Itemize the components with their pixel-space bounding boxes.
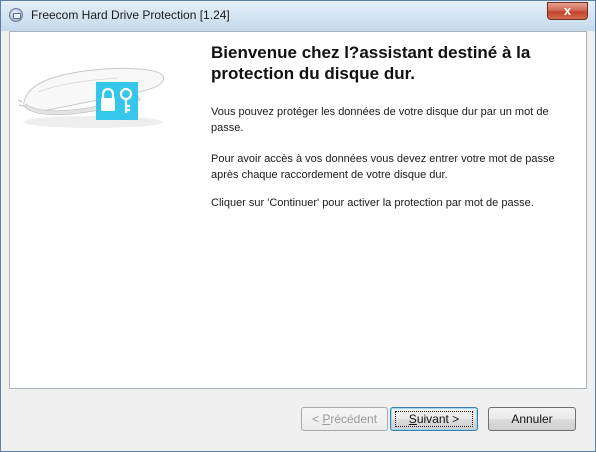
wizard-heading: Bienvenue chez l?assistant destiné à la … xyxy=(211,43,531,83)
wizard-content-panel: Bienvenue chez l?assistant destiné à la … xyxy=(9,31,587,389)
close-button[interactable]: x xyxy=(547,2,588,20)
previous-button[interactable]: < Précédent xyxy=(301,407,388,431)
previous-label-rest: récédent xyxy=(330,412,378,426)
hard-drive-icon xyxy=(9,8,23,22)
cancel-button[interactable]: Annuler xyxy=(488,407,576,431)
next-label-accesskey: S xyxy=(408,412,417,426)
previous-button-label: < Précédent xyxy=(312,412,377,426)
window-title: Freecom Hard Drive Protection [1.24] xyxy=(31,8,230,22)
hard-drive-illustration xyxy=(18,67,165,128)
description-paragraph: Vous pouvez protéger les données de votr… xyxy=(211,106,549,134)
next-button[interactable]: Suivant > xyxy=(390,407,478,431)
description-paragraph: Pour avoir accès à vos données vous deve… xyxy=(211,153,555,181)
wizard-window: Freecom Hard Drive Protection [1.24] x B… xyxy=(0,0,596,452)
next-button-label: Suivant > xyxy=(409,412,459,426)
lock-key-icon xyxy=(96,82,138,120)
previous-label-prefix: < xyxy=(311,412,323,426)
description-paragraph: Cliquer sur 'Continuer' pour activer la … xyxy=(211,197,534,209)
next-label-rest: uivant > xyxy=(416,412,460,426)
title-bar[interactable]: Freecom Hard Drive Protection [1.24] x xyxy=(1,1,595,31)
